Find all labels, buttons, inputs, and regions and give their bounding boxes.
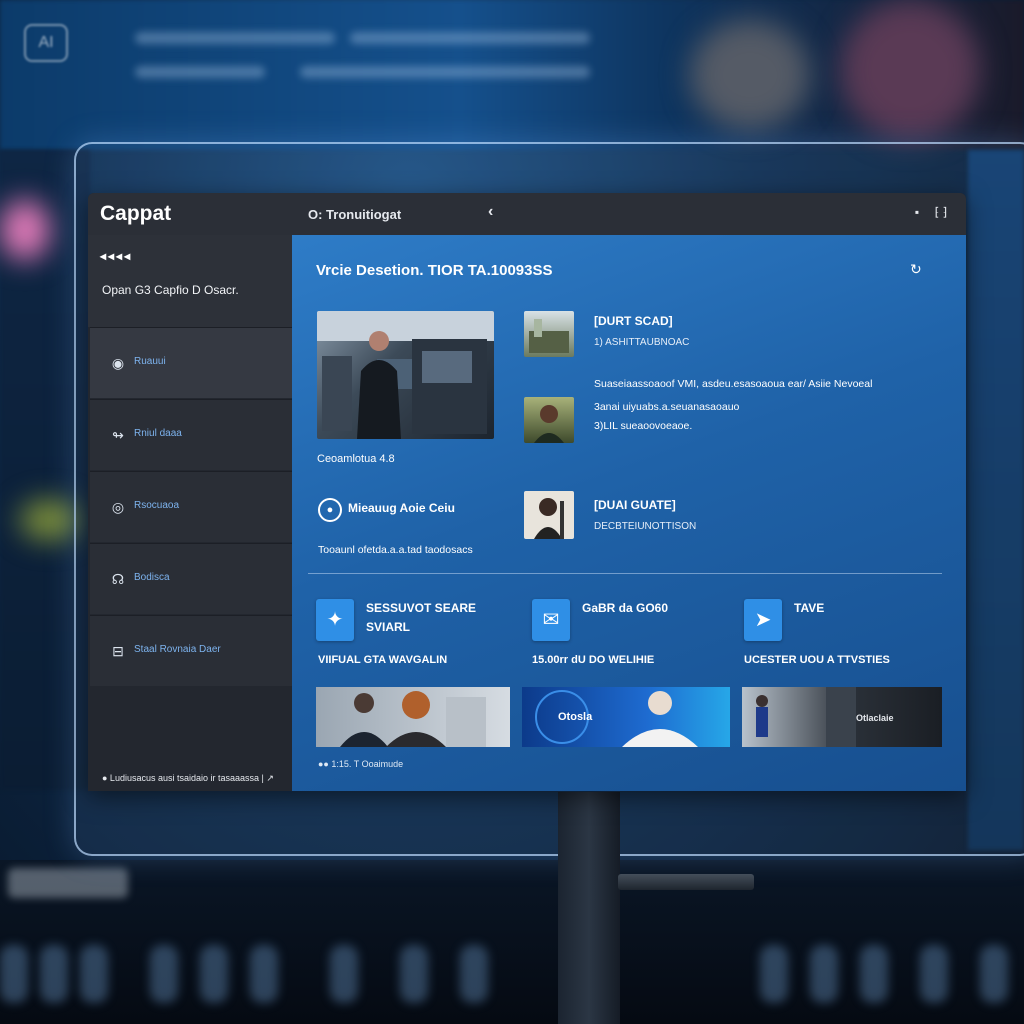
background-logo: AI xyxy=(24,24,68,62)
background-key xyxy=(150,945,178,1003)
feature-title-line: SVIARL xyxy=(366,620,411,634)
monitor-stand-arm xyxy=(618,874,754,890)
video-thumbnail-image xyxy=(535,690,698,747)
message-label: Mieauug Aoie Ceiu xyxy=(348,501,455,515)
goggles-icon: ⊟ xyxy=(112,643,124,659)
background-blur-bar xyxy=(8,868,128,898)
sidebar-item-label: Ruauui xyxy=(134,356,166,367)
person-thumbnail[interactable] xyxy=(524,397,574,443)
background-key xyxy=(80,945,108,1003)
sidebar-footer: ● Ludiusacus ausi tsaidaio ir tasaaassa … xyxy=(102,773,274,783)
main-content: Vrcie Desetion. TIOR TA.10093SS ↻ Ceoaml… xyxy=(292,235,966,791)
maximize-button[interactable]: ⁅ ⁆ xyxy=(930,205,952,219)
item-thumbnail-image xyxy=(529,319,569,353)
feature-subtitle: 15.00rr dU DO WELIHIE xyxy=(532,654,655,666)
background-key xyxy=(330,945,358,1003)
location-pin-icon[interactable]: ● xyxy=(318,498,342,522)
chat-bubble-icon[interactable]: ✦ xyxy=(316,599,354,641)
wave-icon: ↬ xyxy=(112,427,124,443)
background-key xyxy=(400,945,428,1003)
background-blob xyxy=(0,200,50,260)
background-key xyxy=(0,945,28,1003)
page-title: Vrcie Desetion. TIOR TA.10093SS xyxy=(316,262,553,279)
window-title: O: Tronuitiogat xyxy=(308,207,402,222)
sidebar: ◂◂◂◂ Opan G3 Capfio D Osacr. ◉ Ruauui ↬ … xyxy=(88,235,292,791)
circle-icon: ◎ xyxy=(111,499,125,515)
video-thumbnail[interactable]: Otosla xyxy=(522,687,730,747)
sidebar-item-3[interactable]: ◎ Rsocuaoa xyxy=(90,471,292,542)
video-thumbnail-label: Otlaclaie xyxy=(856,713,894,723)
sidebar-item-label: Staal Rovnaia Daer xyxy=(134,644,221,655)
background-blob xyxy=(20,500,80,540)
background-key xyxy=(200,945,228,1003)
item-thumbnail[interactable] xyxy=(524,311,574,357)
item-subtitle: DECBTEIUNOTTISON xyxy=(594,521,697,532)
message-caption: Tooaunl ofetda.a.a.tad taodosacs xyxy=(318,544,473,556)
minimize-button[interactable]: ▪ xyxy=(910,205,924,219)
featured-video-caption: Ceoamlotua 4.8 xyxy=(317,453,395,465)
mail-icon[interactable]: ✉ xyxy=(532,599,570,641)
video-thumbnail-label: Otosla xyxy=(558,711,593,723)
circle-target-icon: ◉ xyxy=(111,355,125,371)
feature-title: GaBR da GO60 xyxy=(582,601,669,615)
person-thumbnail-image xyxy=(534,405,564,443)
feature-title-line: SESSUVOT SEARE xyxy=(366,601,477,615)
item-title: [DURT SCAD] xyxy=(594,314,673,328)
monitor-stand xyxy=(558,792,620,1024)
app-name: Cappat xyxy=(100,202,172,225)
item-thumbnail[interactable] xyxy=(524,491,574,539)
background-key xyxy=(40,945,68,1003)
sidebar-item-label: Bodisca xyxy=(134,572,170,583)
title-bar: Cappat O: Tronuitiogat ‹ ▪ ⁅ ⁆ xyxy=(88,193,966,235)
feature-subtitle: VIIFUAL GTA WAVGALIN xyxy=(318,654,448,666)
featured-video-image xyxy=(317,311,494,439)
background-blur-bar xyxy=(135,66,265,78)
item-subtitle: 1) ASHITTAUBNOAC xyxy=(594,337,690,348)
section-divider xyxy=(308,573,942,574)
description-line: Suaseiaassoaoof VMI, asdeu.esasoaoua ear… xyxy=(594,378,873,390)
background-key xyxy=(760,945,788,1003)
video-thumbnail[interactable]: Otlaclaie xyxy=(742,687,942,747)
sidebar-subtitle: Opan G3 Capfio D Osacr. xyxy=(102,283,239,297)
background-blob xyxy=(690,20,810,130)
bottom-caption: ●● 1:15. T Ooaimude xyxy=(318,759,404,769)
sidebar-item-5[interactable]: ⊟ Staal Rovnaia Daer xyxy=(90,615,292,686)
feature-title: TAVE xyxy=(794,601,825,615)
chevron-left-icon[interactable]: ‹ xyxy=(488,203,493,221)
background-blur-bar xyxy=(135,32,335,44)
dial-icon: ☊ xyxy=(111,571,125,587)
sidebar-item-label: Rniul daaa xyxy=(134,428,182,439)
background-key xyxy=(860,945,888,1003)
background-blob xyxy=(840,0,980,140)
sidebar-item-label: Rsocuaoa xyxy=(134,500,180,511)
sidebar-item-2[interactable]: ↬ Rniul daaa xyxy=(90,399,292,470)
background-key xyxy=(920,945,948,1003)
item-thumbnail-image xyxy=(534,498,564,539)
background-key xyxy=(460,945,488,1003)
send-icon[interactable]: ➤ xyxy=(744,599,782,641)
featured-video-thumbnail[interactable] xyxy=(317,311,494,439)
refresh-icon[interactable]: ↻ xyxy=(910,261,922,278)
video-thumbnail-image xyxy=(340,691,486,747)
sidebar-header: ◂◂◂◂ Opan G3 Capfio D Osacr. xyxy=(88,235,292,327)
sidebar-nav-dots[interactable]: ◂◂◂◂ xyxy=(100,249,132,263)
video-thumbnail[interactable] xyxy=(316,687,510,747)
background-blur-bar xyxy=(350,32,590,44)
description-line: 3anai uiyuabs.a.seuanasaoauo xyxy=(594,401,740,413)
sidebar-item-4[interactable]: ☊ Bodisca xyxy=(90,543,292,614)
background-key xyxy=(250,945,278,1003)
background-blur-bar xyxy=(300,66,590,78)
video-thumbnail-image xyxy=(756,687,856,747)
item-title: [DUAI GUATE] xyxy=(594,498,676,512)
description-line: 3)LIL sueaoovoeaoe. xyxy=(594,420,693,432)
background-key xyxy=(980,945,1008,1003)
feature-subtitle: UCESTER UOU A TTVSTIES xyxy=(744,654,890,666)
app-window: Cappat O: Tronuitiogat ‹ ▪ ⁅ ⁆ ◂◂◂◂ Opan… xyxy=(88,193,966,791)
feature-title: SESSUVOT SEARE SVIARL xyxy=(366,599,476,637)
background-key xyxy=(810,945,838,1003)
sidebar-item-1[interactable]: ◉ Ruauui xyxy=(90,327,292,398)
